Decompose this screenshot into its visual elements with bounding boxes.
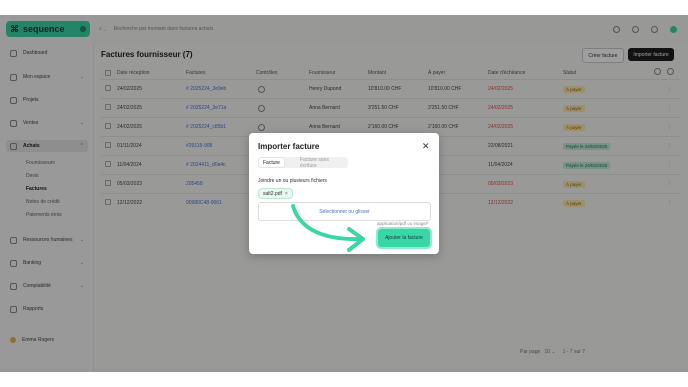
remove-file-icon[interactable]: × [285,191,288,197]
file-dropzone[interactable]: Sélectionner ou glisser [258,202,431,221]
modal-tabs: Facture Facture sans écriture [258,157,348,169]
add-invoice-button[interactable]: Ajouter la facture [376,227,432,249]
tab-facture-sans-ecriture[interactable]: Facture sans écriture [296,157,348,169]
file-type-hint: application/pdf ou image/* [377,221,429,226]
close-icon[interactable]: ✕ [422,141,430,152]
file-name: salt2.pdf [263,190,282,197]
import-invoice-modal: Importer facture ✕ Facture Facture sans … [249,133,439,254]
modal-title: Importer facture [258,142,320,151]
attach-files-label: Joindre un ou plusieurs fichiers [258,178,327,184]
tab-facture[interactable]: Facture [259,158,284,167]
file-chip: salt2.pdf × [258,188,293,199]
